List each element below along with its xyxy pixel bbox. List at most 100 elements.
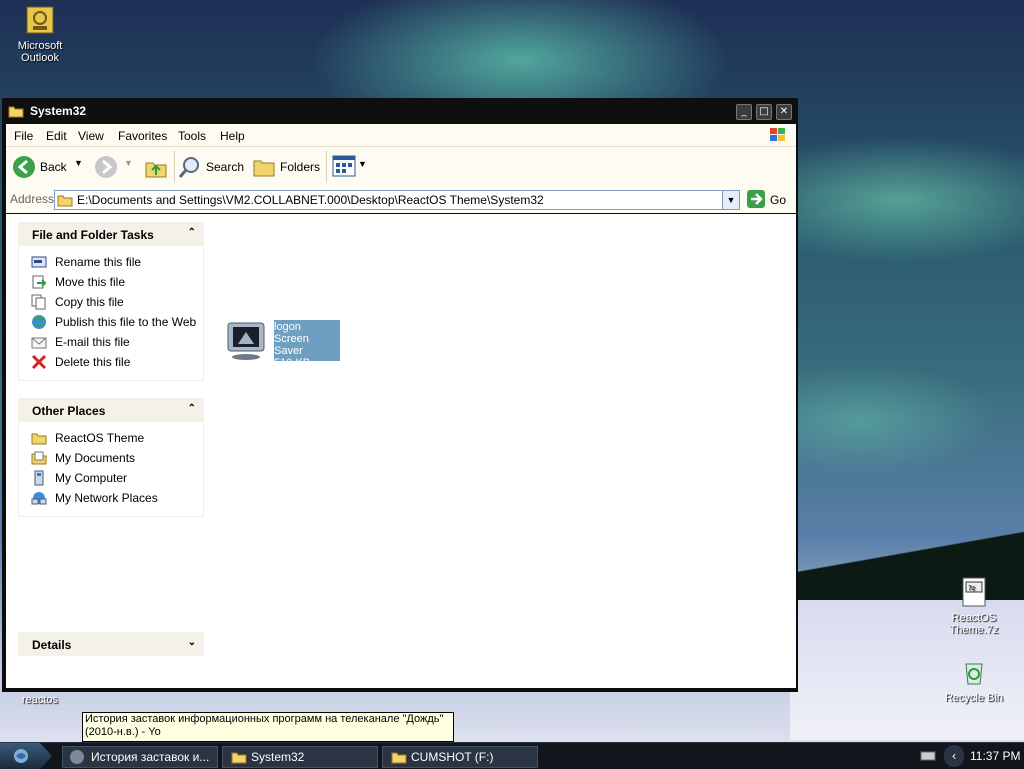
clock[interactable]: 11:37 PM: [970, 749, 1020, 763]
task-email[interactable]: E-mail this file: [19, 332, 203, 352]
screensaver-icon: [227, 322, 265, 360]
menu-edit[interactable]: Edit: [46, 129, 67, 143]
folders-button[interactable]: Folders: [252, 155, 320, 179]
desktop-icon-recycle-bin[interactable]: Recycle Bin: [934, 656, 1014, 704]
keyboard-icon[interactable]: [920, 749, 936, 763]
move-icon: [32, 275, 47, 289]
recycle-bin-label: Recycle Bin: [944, 692, 1004, 704]
file-tasks-body: Rename this file Move this file Copy thi…: [18, 246, 204, 381]
folder-icon: [31, 433, 47, 445]
views-button[interactable]: ▼: [332, 155, 367, 179]
go-button[interactable]: Go: [746, 189, 790, 211]
address-dropdown-icon[interactable]: ▼: [722, 191, 739, 209]
task-publish[interactable]: Publish this file to the Web: [19, 312, 203, 332]
windows-flag-icon: [768, 126, 788, 147]
search-label: Search: [206, 160, 245, 174]
taskbar-item-cumshot-drive[interactable]: CUMSHOT (F:): [382, 746, 538, 768]
menu-bar: File Edit View Favorites Tools Help: [6, 124, 796, 146]
outlook-label-2: Outlook: [21, 52, 59, 64]
taskbar-item-label: CUMSHOT (F:): [411, 750, 494, 764]
task-label: Publish this file to the Web: [55, 315, 197, 329]
menu-file[interactable]: File: [14, 129, 33, 143]
place-my-documents[interactable]: My Documents: [19, 448, 203, 468]
archive-label-2: Theme.7z: [949, 624, 999, 636]
forward-dropdown-icon[interactable]: ▼: [124, 158, 133, 168]
toolbar-divider: [326, 151, 327, 183]
task-label: Move this file: [55, 275, 126, 289]
taskbar-item-system32[interactable]: System32: [222, 746, 378, 768]
go-arrow-icon: [747, 190, 765, 208]
place-my-computer[interactable]: My Computer: [19, 468, 203, 488]
go-label: Go: [770, 193, 787, 207]
other-places-pane: Other Places ⌃ ReactOS Theme My Document…: [18, 398, 204, 517]
outlook-icon: [24, 4, 56, 36]
tray-expand-button[interactable]: ‹: [944, 745, 964, 767]
file-tasks-pane: File and Folder Tasks ⌃ Rename this file…: [18, 222, 204, 381]
desktop-icon-reactos-theme-archive[interactable]: 7z ReactOS Theme.7z: [934, 576, 1014, 636]
back-dropdown-icon[interactable]: ▼: [74, 158, 83, 168]
search-icon: [178, 157, 199, 178]
details-pane: Details ⌄: [18, 632, 204, 656]
close-button[interactable]: ✕: [776, 104, 792, 120]
window-titlebar[interactable]: System32 _ □ ✕: [2, 98, 798, 124]
search-button[interactable]: Search: [178, 155, 245, 179]
minimize-button[interactable]: _: [736, 104, 752, 120]
menu-tools[interactable]: Tools: [178, 129, 206, 143]
window-title: System32: [30, 104, 87, 118]
maximize-button[interactable]: □: [756, 104, 772, 120]
menu-help[interactable]: Help: [220, 129, 245, 143]
forward-button[interactable]: ▼: [94, 155, 134, 179]
collapse-icon[interactable]: ⌃: [188, 227, 196, 238]
desktop-icon-reactos[interactable]: reactos: [0, 694, 80, 706]
task-delete[interactable]: Delete this file: [19, 352, 203, 372]
file-size: 510 KB: [274, 357, 311, 369]
task-rename[interactable]: Rename this file: [19, 252, 203, 272]
menu-favorites[interactable]: Favorites: [118, 129, 167, 143]
other-places-body: ReactOS Theme My Documents My Computer M…: [18, 422, 204, 517]
taskbar-item-browser[interactable]: История заставок и...: [62, 746, 218, 768]
place-label: My Documents: [55, 451, 136, 465]
address-value: E:\Documents and Settings\VM2.COLLABNET.…: [77, 193, 544, 207]
task-copy[interactable]: Copy this file: [19, 292, 203, 312]
delete-icon: [31, 354, 47, 370]
place-my-network-places[interactable]: My Network Places: [19, 488, 203, 508]
desktop-icon-outlook[interactable]: Microsoft Outlook: [0, 4, 80, 64]
file-item-logon[interactable]: logon Screen Saver 510 KB: [226, 320, 346, 369]
folder-icon: [231, 752, 247, 764]
details-header[interactable]: Details ⌄: [18, 632, 204, 656]
address-label: Address: [10, 192, 55, 206]
file-tasks-title: File and Folder Tasks: [32, 228, 154, 242]
archive-icon: 7z: [958, 576, 990, 608]
menu-view[interactable]: View: [78, 129, 104, 143]
taskbar-item-label: История заставок и...: [91, 750, 210, 764]
place-reactos-theme[interactable]: ReactOS Theme: [19, 428, 203, 448]
place-label: My Network Places: [55, 491, 158, 505]
tooltip-line-1: История заставок информационных программ…: [85, 713, 444, 725]
up-folder-icon: [145, 162, 167, 178]
task-move[interactable]: Move this file: [19, 272, 203, 292]
file-tasks-header[interactable]: File and Folder Tasks ⌃: [18, 222, 204, 246]
other-places-header[interactable]: Other Places ⌃: [18, 398, 204, 422]
address-field[interactable]: E:\Documents and Settings\VM2.COLLABNET.…: [54, 190, 740, 210]
start-icon: [14, 749, 28, 763]
web-publish-icon: [32, 315, 46, 329]
explorer-window: System32 _ □ ✕ File Edit View Favorites …: [2, 98, 798, 692]
expand-icon[interactable]: ⌄: [188, 637, 196, 648]
collapse-icon[interactable]: ⌃: [188, 403, 196, 414]
svg-text:7z: 7z: [968, 585, 975, 592]
email-icon: [31, 337, 47, 349]
file-name: logon: [274, 321, 301, 333]
place-label: My Computer: [55, 471, 128, 485]
back-label: Back: [40, 160, 67, 174]
views-dropdown-icon[interactable]: ▼: [358, 159, 367, 169]
toolbar: Back ▼ ▼ Search Folders ▼: [6, 146, 796, 188]
folder-icon: [391, 752, 407, 764]
reactos-label: reactos: [21, 694, 59, 706]
task-label: Delete this file: [55, 355, 131, 369]
start-button[interactable]: [0, 743, 52, 769]
up-folder-button[interactable]: [144, 155, 168, 179]
other-places-title: Other Places: [32, 404, 106, 418]
back-button[interactable]: Back ▼: [12, 155, 84, 179]
address-bar: Address E:\Documents and Settings\VM2.CO…: [6, 187, 796, 213]
outlook-label-1: Microsoft: [17, 40, 63, 52]
